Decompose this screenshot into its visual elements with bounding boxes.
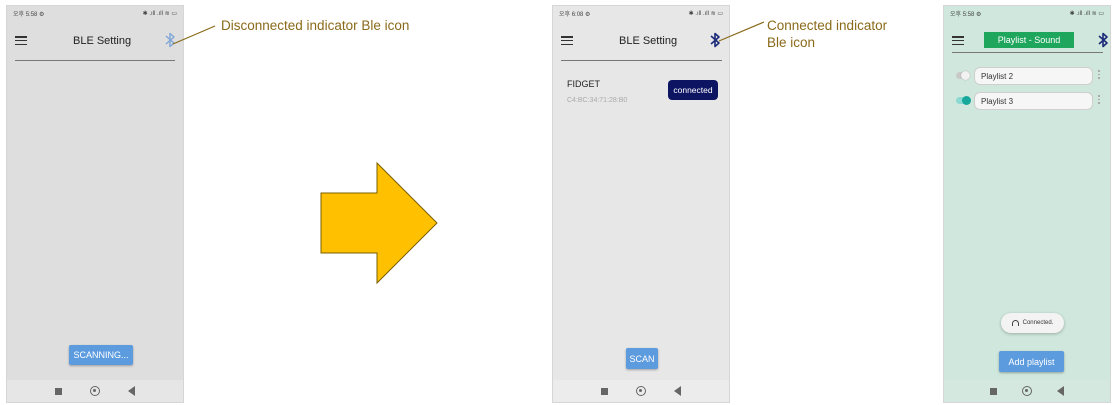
status-bar: 오후 6:08 ⚙ ✱ .ıll .ıll ≋ ▭	[553, 6, 729, 20]
status-time: 오후 6:08 ⚙	[559, 11, 591, 18]
back-icon[interactable]	[128, 386, 135, 396]
connected-toast: Connected.	[1001, 313, 1064, 333]
more-options-icon[interactable]	[1098, 95, 1100, 106]
phone-screen-playlist: 오후 5:58 ⚙ ✱ .ıll .ıll ≋ ▭ Playlist - Sou…	[943, 5, 1111, 403]
playlist-row: Playlist 2	[956, 67, 1106, 85]
annotation-connected-line2: Ble icon	[767, 35, 816, 50]
more-options-icon[interactable]	[1098, 70, 1100, 81]
status-time: 오후 5:58 ⚙	[13, 11, 45, 18]
status-bar: 오후 5:58 ⚙ ✱ .ıll .ıll ≋ ▭	[944, 6, 1110, 20]
add-playlist-button[interactable]: Add playlist	[999, 351, 1064, 372]
back-icon[interactable]	[674, 386, 681, 396]
status-icons: ✱ .ıll .ıll ≋ ▭	[1069, 10, 1104, 17]
recents-icon[interactable]	[990, 387, 998, 395]
recents-icon[interactable]	[601, 387, 608, 395]
annotation-disconnected: Disconnected indicator Ble icon	[221, 18, 410, 33]
status-time: 오후 5:58 ⚙	[950, 11, 982, 18]
toast-text: Connected.	[1022, 320, 1054, 326]
transition-arrow-icon	[320, 162, 438, 285]
phone-screen-disconnected: 오후 5:58 ⚙ ✱ .ıll .ıll ≋ ▭ BLE Setting SC…	[6, 5, 184, 403]
annotation-connected-line1: Connected indicator	[767, 18, 888, 33]
scanning-button[interactable]: SCANNING...	[69, 345, 133, 365]
scan-button[interactable]: SCAN	[626, 348, 658, 369]
menu-icon[interactable]	[561, 36, 573, 46]
phone-screen-connected: 오후 6:08 ⚙ ✱ .ıll .ıll ≋ ▭ BLE Setting FI…	[552, 5, 730, 403]
back-icon[interactable]	[1056, 386, 1064, 396]
playlist-toggle-off[interactable]	[956, 70, 970, 80]
playlist-row: Playlist 3	[956, 92, 1106, 110]
playlist-toggle-on[interactable]	[956, 95, 971, 105]
title-divider	[15, 60, 175, 61]
menu-icon[interactable]	[952, 36, 964, 46]
menu-icon[interactable]	[15, 36, 27, 46]
annotation-connected: Connected indicator Ble icon	[767, 17, 887, 51]
nav-bar	[553, 380, 729, 402]
status-bar: 오후 5:58 ⚙ ✱ .ıll .ıll ≋ ▭	[7, 6, 183, 20]
headphones-icon	[1011, 320, 1019, 326]
playlist-name-field[interactable]: Playlist 3	[974, 92, 1093, 110]
app-bar: BLE Setting	[553, 22, 729, 61]
recents-icon[interactable]	[55, 387, 62, 395]
status-icons: ✱ .ıll .ıll ≋ ▭	[142, 10, 177, 17]
app-bar: BLE Setting	[7, 22, 183, 61]
annotation-pointer-line	[718, 21, 765, 42]
bluetooth-connected-icon	[1098, 32, 1108, 48]
playlist-name-field[interactable]: Playlist 2	[974, 67, 1093, 85]
page-title: BLE Setting	[73, 35, 132, 47]
device-name: FIDGET	[567, 79, 600, 89]
device-mac-address: C4:BC:34:71:28:B0	[567, 97, 628, 104]
page-title: Playlist - Sound	[984, 32, 1074, 48]
title-divider	[952, 52, 1103, 53]
connected-button[interactable]: connected	[668, 80, 718, 100]
canvas: 오후 5:58 ⚙ ✱ .ıll .ıll ≋ ▭ BLE Setting SC…	[0, 0, 1116, 405]
nav-bar	[7, 380, 183, 402]
nav-bar	[944, 380, 1110, 402]
title-divider	[561, 60, 722, 61]
page-title: BLE Setting	[619, 35, 678, 47]
home-icon[interactable]	[1021, 386, 1032, 396]
home-icon[interactable]	[636, 386, 646, 396]
annotation-pointer-line	[172, 25, 216, 45]
home-icon[interactable]	[90, 386, 100, 396]
